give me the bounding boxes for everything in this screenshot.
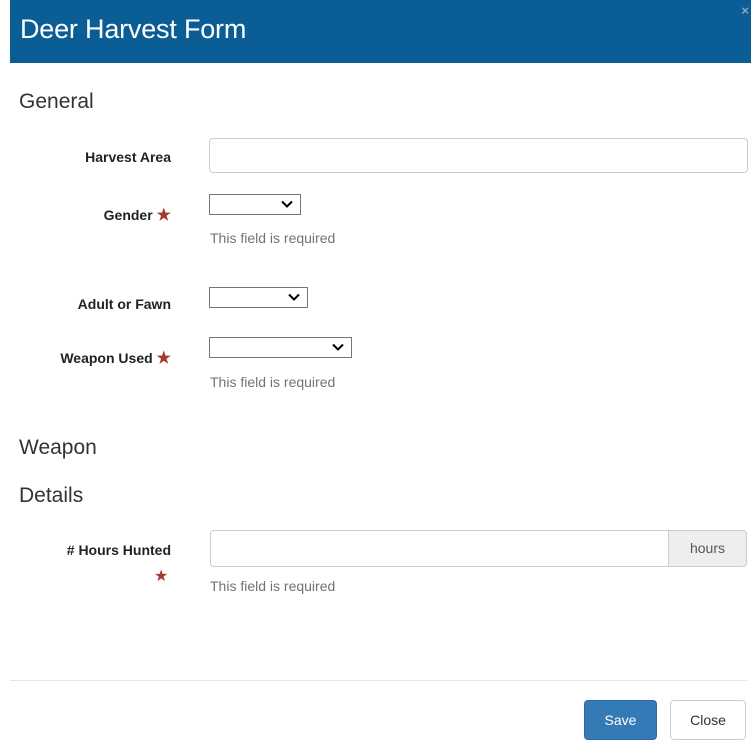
weapon-used-help-text: This field is required [210,374,336,390]
required-star-icon: ★ [154,568,169,585]
harvest-area-label: Harvest Area [85,149,171,165]
save-button[interactable]: Save [584,700,657,740]
hours-hunted-help-text: This field is required [210,578,336,594]
close-icon[interactable]: × [741,4,749,17]
section-details-title: Details [19,484,84,507]
gender-label-text: Gender [103,207,153,223]
chevron-down-icon [281,200,293,208]
weapon-used-label: Weapon Used ★ [60,348,171,368]
weapon-used-label-text: Weapon Used [60,350,153,366]
close-button[interactable]: Close [670,700,746,740]
adult-or-fawn-label: Adult or Fawn [77,296,171,312]
chevron-down-icon [332,343,344,351]
footer-divider [10,680,747,681]
required-star-icon: ★ [156,350,171,367]
chevron-down-icon [288,293,300,301]
modal-title: Deer Harvest Form [20,14,247,44]
required-star-icon: ★ [156,207,171,224]
harvest-area-input[interactable] [209,138,748,173]
weapon-used-select[interactable] [209,337,352,358]
section-weapon-title: Weapon [19,436,97,459]
hours-hunted-input[interactable] [210,530,669,567]
hours-hunted-label: # Hours Hunted [66,542,171,558]
hours-unit-addon: hours [668,530,747,567]
adult-or-fawn-select[interactable] [209,287,308,308]
modal-header: Deer Harvest Form × [10,0,751,63]
gender-label: Gender ★ [104,205,171,225]
gender-select[interactable] [209,194,301,215]
section-general-title: General [19,90,94,113]
gender-help-text: This field is required [210,230,336,246]
